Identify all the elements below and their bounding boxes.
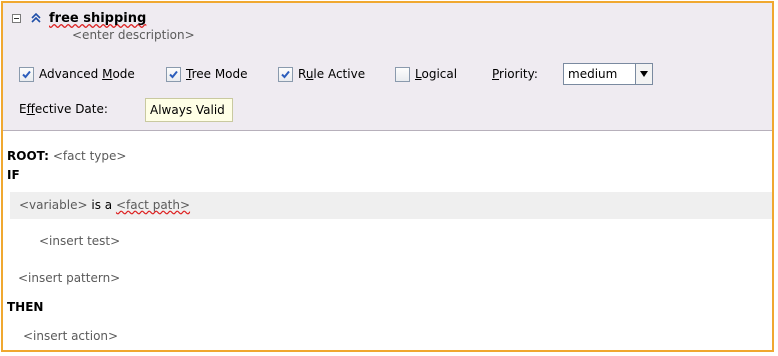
root-label: ROOT: <box>7 149 49 163</box>
insert-test[interactable]: <insert test> <box>39 234 120 248</box>
effective-date-field[interactable]: Always Valid <box>145 98 233 122</box>
priority-dropdown[interactable]: medium <box>563 63 653 85</box>
pattern-line: <variable> is a <fact path> <box>19 198 190 212</box>
pattern-connector: is a <box>91 198 113 212</box>
logical-checkbox[interactable] <box>395 67 410 82</box>
advanced-mode-label: Advanced Mode <box>39 67 135 81</box>
pattern-fact-path[interactable]: <fact path> <box>116 198 190 212</box>
collapse-toggle-icon[interactable] <box>12 14 21 23</box>
rule-active-label: Rule Active <box>298 67 366 81</box>
tree-mode-checkbox[interactable] <box>166 67 181 82</box>
checkmark-icon <box>169 70 178 79</box>
effective-date-label: Effective Date: <box>19 102 108 116</box>
tree-mode-label: Tree Mode <box>186 67 248 81</box>
double-chevron-up-icon[interactable] <box>31 13 41 23</box>
checkmark-icon <box>22 70 31 79</box>
rule-editor-panel: free shipping <enter description> Advanc… <box>1 1 774 352</box>
rule-description[interactable]: <enter description> <box>72 28 195 42</box>
logical-label: Logical <box>415 67 458 81</box>
advanced-mode-checkbox[interactable] <box>19 67 34 82</box>
rule-name[interactable]: free shipping <box>49 11 146 26</box>
priority-label: Priority: <box>492 67 538 81</box>
pattern-row: <variable> is a <fact path> <box>10 192 772 219</box>
effective-date-value: Always Valid <box>150 103 225 117</box>
insert-action[interactable]: <insert action> <box>23 329 118 343</box>
rule-header: free shipping <enter description> Advanc… <box>3 3 772 131</box>
checkmark-icon <box>281 70 290 79</box>
if-label: IF <box>7 168 20 182</box>
rule-active-checkbox[interactable] <box>278 67 293 82</box>
root-fact-type[interactable]: <fact type> <box>53 149 127 163</box>
pattern-variable[interactable]: <variable> <box>19 198 88 212</box>
then-label: THEN <box>7 300 44 314</box>
root-line: ROOT: <fact type> <box>7 149 126 163</box>
priority-value: medium <box>568 67 618 81</box>
insert-pattern[interactable]: <insert pattern> <box>18 271 120 285</box>
chevron-down-icon[interactable] <box>635 64 652 84</box>
